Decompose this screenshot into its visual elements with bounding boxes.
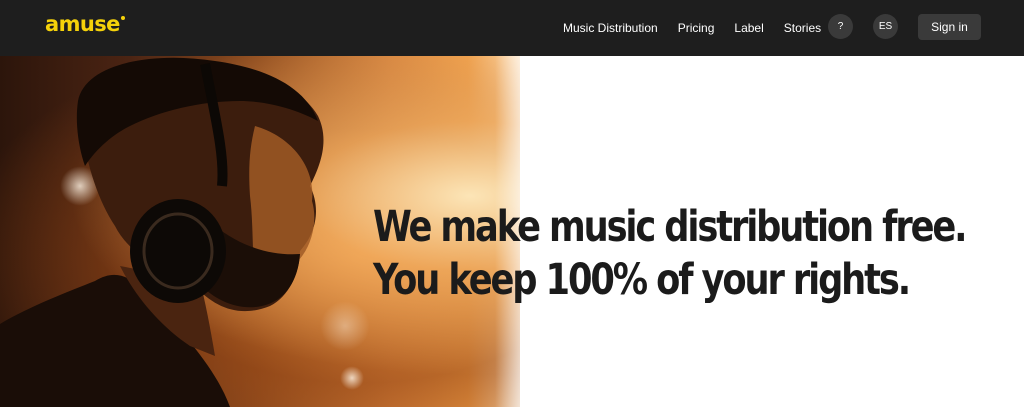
logo-dot-icon bbox=[120, 16, 125, 20]
language-button[interactable]: ES bbox=[873, 14, 898, 39]
nav-link-stories[interactable]: Stories bbox=[784, 21, 821, 35]
help-icon: ? bbox=[837, 21, 844, 32]
sign-in-button[interactable]: Sign in bbox=[918, 14, 981, 40]
hero-headline: We make music distribution free. You kee… bbox=[373, 201, 968, 307]
nav-link-label[interactable]: Label bbox=[734, 21, 763, 35]
main-nav: Music Distribution Pricing Label Stories bbox=[563, 0, 821, 56]
nav-link-pricing[interactable]: Pricing bbox=[678, 21, 715, 35]
sign-in-label: Sign in bbox=[931, 20, 968, 34]
headline-line-2: You keep 100% of your rights. bbox=[373, 255, 911, 305]
hero-section: We make music distribution free. You kee… bbox=[0, 56, 1024, 407]
headline-line-1: We make music distribution free. bbox=[373, 202, 968, 252]
amuse-logo[interactable]: amuse bbox=[45, 12, 125, 36]
language-label: ES bbox=[878, 21, 893, 32]
top-navigation-bar: amuse Music Distribution Pricing Label S… bbox=[0, 0, 1024, 56]
logo-text: amuse bbox=[45, 12, 120, 36]
nav-link-music-distribution[interactable]: Music Distribution bbox=[563, 21, 658, 35]
help-button[interactable]: ? bbox=[828, 14, 853, 39]
